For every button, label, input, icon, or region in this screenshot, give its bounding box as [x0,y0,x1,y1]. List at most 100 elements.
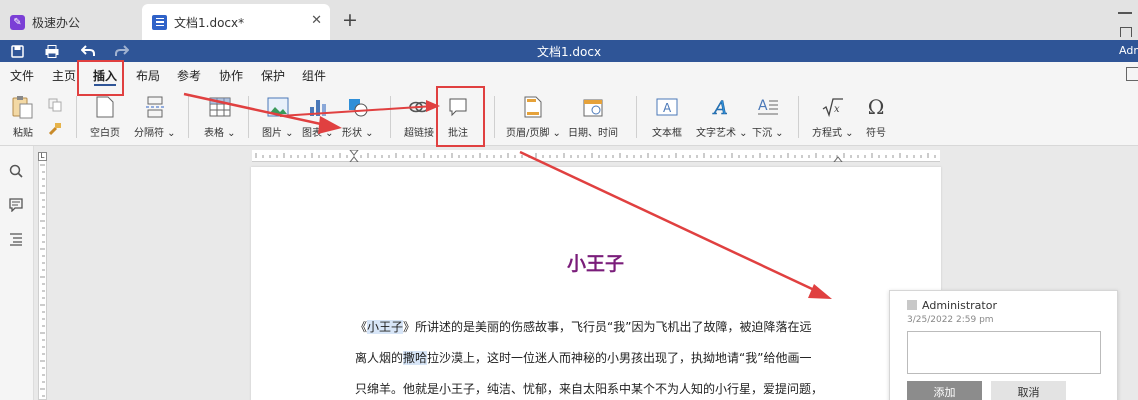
dropcap-icon: A [757,94,779,120]
paragraph-line: 《小王子》所讲述的是美丽的伤感故事，飞行员“我”因为飞机出了故障，被迫降落在远 [355,320,812,334]
blank-page-icon [96,94,114,120]
left-sidebar [0,146,34,400]
paragraph-line: 只绵羊。他就是小王子，纯洁、忧郁，来自太阳系中某个不为人知的小行星，爱提问题， [355,382,824,396]
paste-label: 粘贴 [13,128,33,139]
dropcap-label: 下沉 ⌄ [752,128,784,139]
cancel-comment-button[interactable]: 取消 [991,381,1066,400]
calendar-icon [583,94,603,120]
equation-icon: x [822,94,844,120]
ribbon-toolbar: 粘贴 空白页 分隔符 ⌄ 表格 ⌄ 图片 ⌄ 图表 ⌄ 形状 ⌄ 超链接 批注 … [0,88,1138,146]
table-label: 表格 ⌄ [204,128,236,139]
highlighted-text: 撒哈 [403,351,428,365]
equation-button[interactable]: x 方程式 ⌄ [812,94,854,139]
document-icon [152,14,167,30]
vertical-ruler [38,152,47,400]
text-art-icon: A [711,94,733,120]
document-heading: 小王子 [567,253,625,275]
paste-button[interactable]: 粘贴 [12,94,34,139]
menu-references[interactable]: 参考 [177,67,201,84]
separator [636,96,637,138]
separator [390,96,391,138]
app-logo-icon: ✎ [10,14,25,30]
image-button[interactable]: 图片 ⌄ [262,94,294,139]
comments-panel-icon[interactable] [9,198,25,214]
close-tab-icon[interactable]: ✕ [311,13,322,28]
separator [798,96,799,138]
search-icon[interactable] [9,164,25,180]
menu-layout[interactable]: 布局 [136,67,160,84]
svg-text:A: A [663,101,672,115]
text-art-button[interactable]: A 文字艺术 ⌄ [696,94,748,139]
highlighted-text: 小王子 [367,320,404,334]
paragraph-line: 离人烟的撒哈拉沙漠上，这时一位迷人而神秘的小男孩出现了，执拗地请“我”给他画一 [355,351,812,365]
format-painter-icon[interactable] [48,122,62,139]
avatar [907,300,917,310]
separator [248,96,249,138]
menu-collaborate[interactable]: 协作 [219,67,243,84]
break-label: 分隔符 ⌄ [134,128,176,139]
svg-text:x: x [834,104,840,115]
header-footer-icon [524,94,542,120]
break-button[interactable]: 分隔符 ⌄ [134,94,176,139]
separator [188,96,189,138]
svg-text:A: A [758,98,768,114]
datetime-button[interactable]: 日期、时间 [568,94,618,139]
annotation-box-insert [77,60,124,96]
equation-label: 方程式 ⌄ [812,128,854,139]
minimize-icon[interactable] [1118,12,1132,14]
title-bar: 文档1.docx Adm [0,40,1138,62]
symbol-button[interactable]: Ω 符号 [866,94,886,139]
header-footer-label: 页眉/页脚 ⌄ [506,128,561,139]
comment-date: 3/25/2022 2:59 pm [907,315,994,325]
user-name[interactable]: Adm [1119,44,1138,57]
textbox-label: 文本框 [652,128,682,139]
page-break-icon [145,94,165,120]
menu-plugins[interactable]: 组件 [302,67,326,84]
navigation-icon[interactable] [9,232,25,248]
tab-stop-selector[interactable]: L [38,152,47,161]
textbox-button[interactable]: A 文本框 [652,94,682,139]
chart-button[interactable]: 图表 ⌄ [302,94,334,139]
image-label: 图片 ⌄ [262,128,294,139]
table-button[interactable]: 表格 ⌄ [204,94,236,139]
annotation-box-comment [436,86,485,147]
blank-page-label: 空白页 [90,128,120,139]
comment-pointer [881,309,889,325]
menu-home[interactable]: 主页 [52,67,76,84]
new-tab-icon[interactable]: + [342,9,358,31]
maximize-icon[interactable] [1120,27,1132,37]
chart-icon [308,94,328,120]
omega-icon: Ω [867,95,885,119]
tab-bar: ✎ 极速办公 文档1.docx* ✕ + [0,0,1138,40]
menu-protect[interactable]: 保护 [261,67,285,84]
menu-bar: 文件 主页 插入 布局 参考 协作 保护 组件 [0,62,1138,88]
header-footer-button[interactable]: 页眉/页脚 ⌄ [506,94,561,139]
menu-file[interactable]: 文件 [10,67,34,84]
app-window: ✎ 极速办公 文档1.docx* ✕ + 文档1.docx Adm 文件 主页 [0,0,1138,400]
chart-label: 图表 ⌄ [302,128,334,139]
datetime-label: 日期、时间 [568,128,618,139]
hyperlink-button[interactable]: 超链接 [404,94,434,139]
add-comment-button[interactable]: 添加 [907,381,982,400]
image-icon [267,94,289,120]
comment-input[interactable] [907,331,1101,374]
dropcap-button[interactable]: A 下沉 ⌄ [752,94,784,139]
text-art-label: 文字艺术 ⌄ [696,128,748,139]
shape-button[interactable]: 形状 ⌄ [342,94,374,139]
copy-icon[interactable] [48,98,62,115]
blank-page-button[interactable]: 空白页 [90,94,120,139]
open-location-icon[interactable] [1126,67,1138,81]
tab-document[interactable]: 文档1.docx* ✕ [142,4,330,40]
textbox-icon: A [656,94,678,120]
shape-icon [347,94,369,120]
table-icon [209,94,231,120]
tab-home[interactable]: ✎ 极速办公 [0,4,140,40]
comment-popup: Administrator 3/25/2022 2:59 pm 添加 取消 [889,290,1118,400]
horizontal-ruler [252,149,940,163]
shape-label: 形状 ⌄ [342,128,374,139]
paste-icon [12,94,34,120]
svg-text:A: A [712,97,728,118]
separator [76,96,77,138]
separator [494,96,495,138]
link-icon [408,94,430,120]
